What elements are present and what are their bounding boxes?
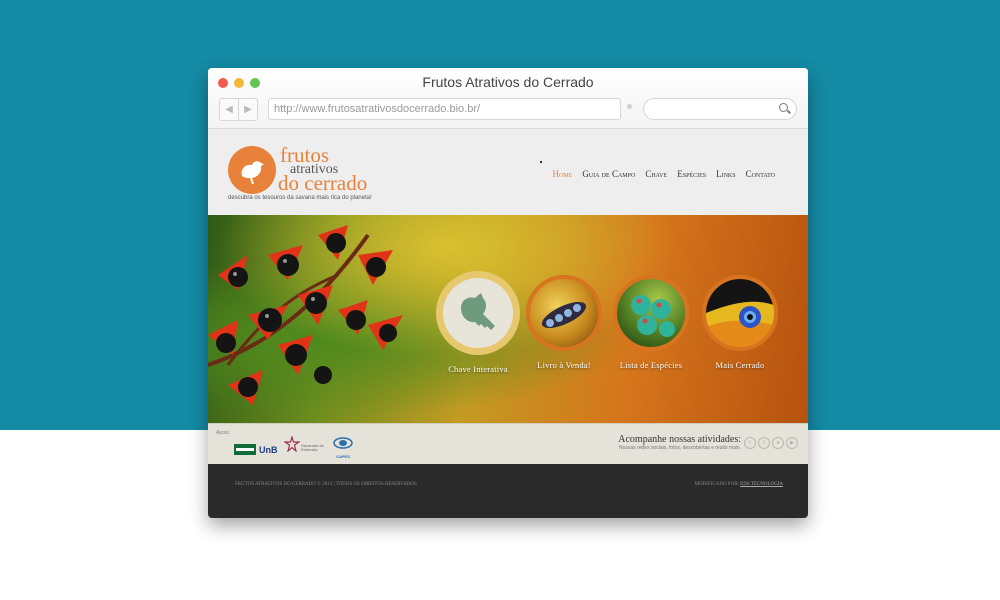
main-nav: Home Guia de Campo Chave Espécies Links …: [552, 169, 775, 179]
nav-contato[interactable]: Contato: [746, 169, 775, 179]
unb-logo-icon: [234, 444, 256, 456]
follow-title: Acompanhe nossas atividades:: [618, 434, 741, 445]
feature-chave-interativa[interactable]: Chave Interativa: [434, 271, 522, 374]
feature-mais-cerrado[interactable]: Mais Cerrado: [696, 275, 784, 370]
nav-active-marker: [540, 161, 542, 163]
search-input[interactable]: [643, 98, 797, 120]
support-label: Apoio:: [216, 430, 231, 436]
browser-window: Frutos Atrativos do Cerrado ◀ ▶ http://w…: [208, 68, 808, 518]
twitter-icon[interactable]: t: [744, 437, 756, 449]
nav-chave[interactable]: Chave: [645, 169, 667, 179]
seed-pod-image: [526, 275, 602, 351]
feature-label: Chave Interativa: [448, 364, 508, 374]
history-buttons: ◀ ▶: [219, 98, 258, 121]
feature-lista-de-especies[interactable]: Lista de Espécies: [607, 275, 695, 370]
capes-logo-icon: [333, 437, 353, 449]
feature-label: Livro à Venda!: [537, 360, 591, 370]
sponsor-capes[interactable]: CAPES: [333, 436, 353, 459]
hero-banner: Chave Interativa Livro à Venda! Lista de…: [208, 215, 808, 423]
social-links: t f ● ▶: [744, 437, 798, 449]
modified-by: MODIFICADO POR: EDS TECNOLOGIA: [695, 482, 783, 487]
forward-arrow-icon[interactable]: ▶: [239, 99, 257, 120]
flickr-icon[interactable]: ●: [772, 437, 784, 449]
youtube-icon[interactable]: ▶: [786, 437, 798, 449]
logo-text-do-cerrado: do cerrado: [278, 171, 368, 195]
modified-by-link[interactable]: EDS TECNOLOGIA: [740, 482, 783, 487]
toucan-image: [702, 275, 778, 351]
nav-especies[interactable]: Espécies: [677, 169, 706, 179]
logo-bird-icon[interactable]: [228, 146, 276, 194]
browser-chrome: Frutos Atrativos do Cerrado ◀ ▶ http://w…: [208, 68, 808, 129]
nav-links[interactable]: Links: [716, 169, 736, 179]
sponsor-decanato[interactable]: Decanato de Extensão: [283, 434, 324, 457]
copyright-text: FRUTOS ATRATIVOS DO CERRADO © 2013 | TOD…: [235, 482, 417, 487]
back-arrow-icon[interactable]: ◀: [220, 99, 239, 120]
feature-livro-a-venda[interactable]: Livro à Venda!: [520, 275, 608, 370]
nav-guia-de-campo[interactable]: Guia de Campo: [582, 169, 635, 179]
address-bar[interactable]: http://www.frutosatrativosdocerrado.bio.…: [268, 98, 621, 120]
site-header: frutos atrativos do cerrado descubra os …: [208, 129, 808, 215]
nav-home[interactable]: Home: [552, 169, 572, 179]
site-footer: FRUTOS ATRATIVOS DO CERRADO © 2013 | TOD…: [208, 464, 808, 518]
hero-fruit-image: [208, 225, 403, 405]
berries-image: [613, 275, 689, 351]
logo-tagline: descubra os tesouros da savana mais rica…: [228, 195, 372, 201]
follow-subtitle: Nossas redes sociais, fotos, descobertas…: [619, 445, 741, 451]
facebook-icon[interactable]: f: [758, 437, 770, 449]
key-bird-icon[interactable]: [436, 271, 520, 355]
modified-by-label: MODIFICADO POR:: [694, 482, 739, 487]
window-title: Frutos Atrativos do Cerrado: [422, 74, 594, 90]
feature-label: Mais Cerrado: [715, 360, 765, 370]
support-bar: Apoio: UnB Decanato de Extensão CAPES Ac…: [208, 423, 808, 464]
search-icon[interactable]: [779, 103, 788, 112]
star-logo-icon: [283, 434, 301, 453]
reload-icon[interactable]: [627, 104, 632, 109]
sponsor-unb[interactable]: UnB: [234, 441, 278, 459]
feature-label: Lista de Espécies: [619, 360, 683, 370]
